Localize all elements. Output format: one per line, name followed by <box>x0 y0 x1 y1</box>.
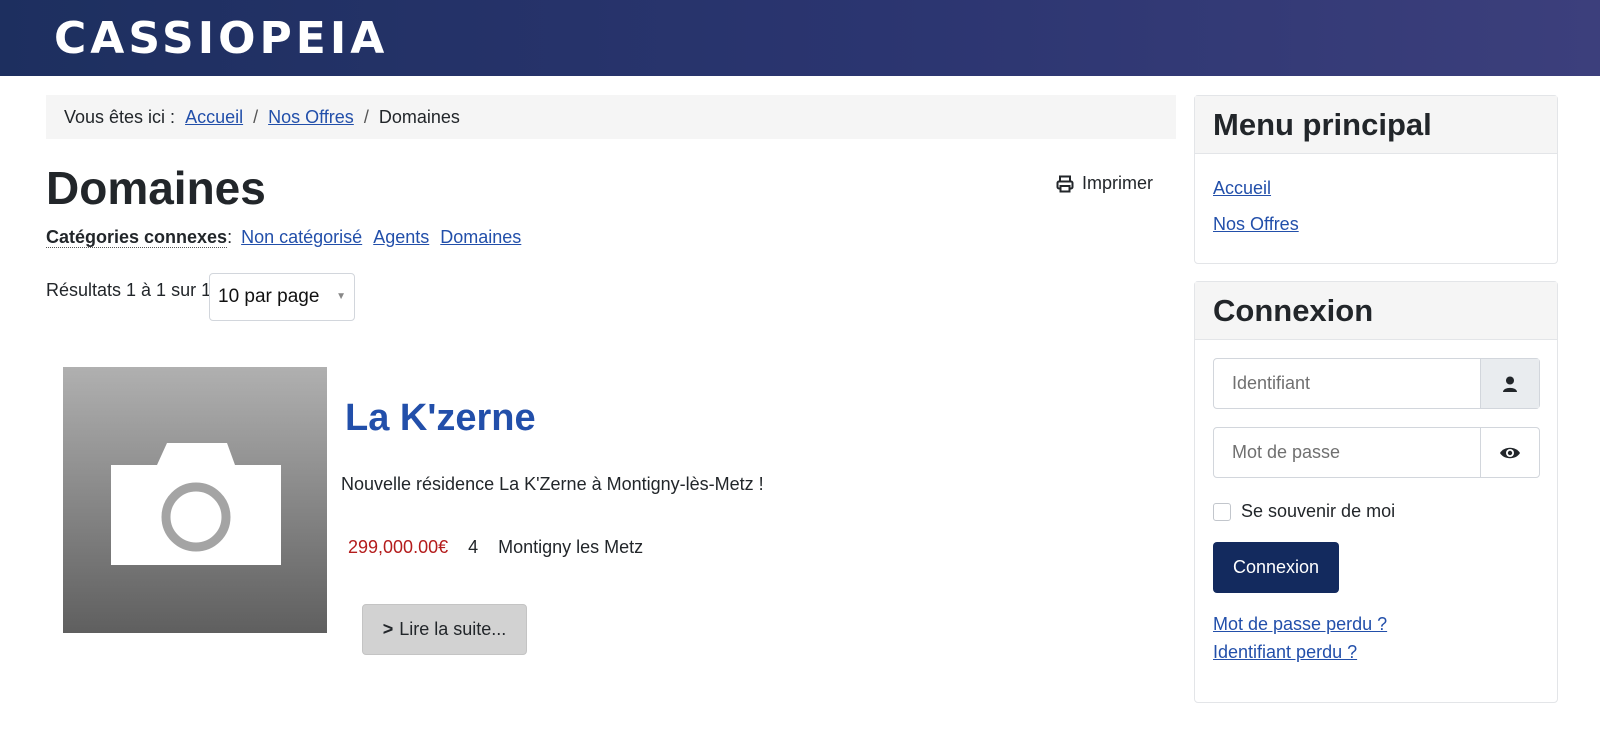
related-categories: Catégories connexes: Non catégorisé Agen… <box>46 224 521 250</box>
username-input[interactable] <box>1214 359 1480 408</box>
login-button[interactable]: Connexion <box>1213 542 1339 593</box>
breadcrumb-lead: Vous êtes ici : <box>64 106 176 127</box>
category-link-domaines[interactable]: Domaines <box>440 227 521 247</box>
related-categories-colon: : <box>227 227 233 247</box>
item-description: Nouvelle résidence La K'Zerne à Montigny… <box>341 474 764 494</box>
print-label: Imprimer <box>1082 173 1153 193</box>
breadcrumb-separator: / <box>363 106 369 127</box>
item-meta: 299,000.00€ 4 Montigny les Metz <box>348 535 643 559</box>
breadcrumb-link-nos-offres[interactable]: Nos Offres <box>268 107 354 128</box>
site-brand[interactable]: CASSIOPEIA <box>54 12 388 66</box>
login-title: Connexion <box>1195 282 1557 340</box>
item-title-link[interactable]: La K'zerne <box>345 393 536 443</box>
remember-me-label: Se souvenir de moi <box>1241 501 1396 521</box>
main-menu-title: Menu principal <box>1195 96 1557 154</box>
chevron-right-icon: > <box>382 619 394 639</box>
menu-item-nos-offres[interactable]: Nos Offres <box>1213 214 1299 235</box>
breadcrumb: Vous êtes ici : Accueil / Nos Offres / D… <box>46 95 1176 139</box>
printer-icon <box>1056 175 1074 192</box>
page-title: Domaines <box>46 162 266 214</box>
password-input[interactable] <box>1214 428 1480 477</box>
item-rooms: 4 <box>468 537 479 557</box>
per-page-value: 10 par page <box>218 286 320 307</box>
read-more-label: Lire la suite... <box>399 619 507 639</box>
breadcrumb-link-accueil[interactable]: Accueil <box>185 107 243 128</box>
main-menu-module: Menu principal Accueil Nos Offres <box>1194 95 1558 264</box>
lost-username-link[interactable]: Identifiant perdu ? <box>1213 642 1357 663</box>
breadcrumb-current: Domaines <box>378 106 460 127</box>
login-module: Connexion Se souvenir de moi Connexion M… <box>1194 281 1558 703</box>
remember-me[interactable]: Se souvenir de moi <box>1213 501 1395 522</box>
print-button[interactable]: Imprimer <box>1056 173 1153 194</box>
lost-password-link[interactable]: Mot de passe perdu ? <box>1213 614 1387 635</box>
remember-me-checkbox[interactable] <box>1213 502 1231 521</box>
menu-item-accueil[interactable]: Accueil <box>1213 178 1271 199</box>
item-image[interactable] <box>63 367 327 633</box>
user-icon <box>1480 359 1539 408</box>
eye-icon[interactable] <box>1480 428 1539 477</box>
item-city: Montigny les Metz <box>498 537 644 557</box>
category-link-agents[interactable]: Agents <box>373 227 429 247</box>
category-link-non-categorise[interactable]: Non catégorisé <box>241 227 362 247</box>
results-counter: Résultats 1 à 1 sur 1 <box>46 280 212 300</box>
breadcrumb-separator: / <box>253 106 259 127</box>
site-header: CASSIOPEIA <box>0 0 1600 76</box>
password-field-group <box>1213 427 1540 478</box>
camera-icon <box>111 443 281 565</box>
username-field-group <box>1213 358 1540 409</box>
item-price: 299,000.00€ <box>348 537 449 557</box>
caret-down-icon: ▼ <box>336 291 346 302</box>
related-categories-label: Catégories connexes <box>46 227 228 248</box>
per-page-select[interactable]: 10 par page ▼ <box>209 273 355 321</box>
read-more-button[interactable]: > Lire la suite... <box>362 604 527 655</box>
